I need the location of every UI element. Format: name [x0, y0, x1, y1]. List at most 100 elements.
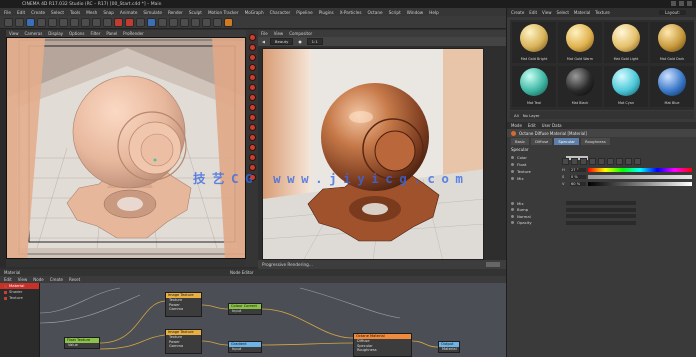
node-port[interactable]: Gamma: [166, 307, 201, 312]
attr-row[interactable]: Opacity: [511, 220, 695, 227]
keyframe-icon[interactable]: [511, 214, 514, 218]
node-port[interactable]: Roughness: [354, 348, 411, 353]
hue-row[interactable]: H 27 °: [562, 167, 692, 172]
menu-mesh[interactable]: Mesh: [86, 10, 97, 15]
octane-lock-icon[interactable]: [248, 84, 256, 91]
subdivision-icon[interactable]: [169, 17, 178, 27]
perspective-viewport[interactable]: [6, 37, 246, 259]
move-icon[interactable]: [37, 17, 46, 27]
menu-window[interactable]: Window: [407, 10, 424, 15]
filter-no-layer[interactable]: No Layer: [523, 113, 540, 118]
octane-region-icon[interactable]: [248, 94, 256, 101]
material-thumb[interactable]: Mat Gold Warm: [558, 22, 602, 63]
gradient-node[interactable]: Gradient Input: [228, 341, 262, 353]
menu-pipeline[interactable]: Pipeline: [296, 10, 312, 15]
saturation-slider[interactable]: [588, 174, 692, 179]
octane-render-preview[interactable]: [262, 48, 484, 260]
attr-field[interactable]: [566, 214, 636, 219]
menu-script[interactable]: Script: [389, 10, 401, 15]
spectrum-icon[interactable]: [571, 158, 578, 165]
menu-tools[interactable]: Tools: [70, 10, 80, 15]
octane-material-node[interactable]: Octane Material Diffuse Specular Roughne…: [353, 333, 412, 357]
mm-menu-material[interactable]: Material: [574, 10, 590, 15]
minimize-button[interactable]: [671, 1, 676, 6]
render-view-icon[interactable]: [114, 17, 123, 27]
value-slider[interactable]: [588, 181, 692, 186]
mm-menu-edit[interactable]: Edit: [529, 10, 537, 15]
ne-menu-reset[interactable]: Reset: [69, 277, 80, 282]
node-canvas[interactable]: Image Texture Texture Power Gamma Colour…: [40, 283, 506, 357]
array-icon[interactable]: [180, 17, 189, 27]
keyframe-icon[interactable]: [511, 208, 514, 212]
menu-simulate[interactable]: Simulate: [143, 10, 162, 15]
menu-select[interactable]: Select: [51, 10, 64, 15]
close-button[interactable]: [687, 1, 692, 6]
image-texture-node[interactable]: Image Texture Texture Power Gamma: [165, 329, 202, 354]
octane-restart-icon[interactable]: [248, 54, 256, 61]
viewport-menu-display[interactable]: Display: [48, 31, 63, 36]
attr-menu-mode[interactable]: Mode: [511, 123, 522, 128]
attr-menu-user-data[interactable]: User Data: [542, 123, 562, 128]
node-port[interactable]: Material: [439, 347, 459, 352]
cube-icon[interactable]: [147, 17, 156, 27]
color-picker[interactable]: H 27 ° S 0 % V 60 %: [562, 158, 692, 198]
rgb-mode-icon[interactable]: [589, 158, 596, 165]
keyframe-icon[interactable]: [511, 201, 514, 205]
material-thumb[interactable]: Mat Gold Light: [604, 22, 648, 63]
live-selection-icon[interactable]: [26, 17, 35, 27]
render-settings-icon[interactable]: [136, 17, 145, 27]
layout-select[interactable]: Layout:: [659, 10, 686, 15]
x-axis-icon[interactable]: [70, 17, 79, 27]
image-picker-icon[interactable]: [580, 158, 587, 165]
colour-correct-node[interactable]: Colour Correct Input: [228, 303, 262, 315]
tab-roughness[interactable]: Roughness: [580, 138, 610, 145]
node-port[interactable]: Value: [65, 343, 99, 348]
octane-zoom-select[interactable]: 1:1: [306, 38, 323, 45]
octane-sphere-icon[interactable]: ●: [298, 39, 301, 44]
octane-menu-file[interactable]: File: [261, 31, 268, 36]
ne-menu-edit[interactable]: Edit: [4, 277, 12, 282]
octane-channel-icon[interactable]: [248, 134, 256, 141]
keyframe-icon[interactable]: [511, 170, 514, 173]
float-texture-node[interactable]: Float Texture Value: [64, 337, 100, 349]
light-icon[interactable]: [224, 17, 233, 27]
menu-help[interactable]: Help: [429, 10, 439, 15]
menu-create[interactable]: Create: [31, 10, 45, 15]
menu-octane[interactable]: Octane: [368, 10, 383, 15]
floor-icon[interactable]: [202, 17, 211, 27]
octane-stop-icon[interactable]: [248, 44, 256, 51]
filter-all[interactable]: All: [514, 113, 519, 118]
tab-basic[interactable]: Basic: [511, 138, 530, 145]
mixer-icon[interactable]: [616, 158, 623, 165]
octane-save-icon[interactable]: [248, 144, 256, 151]
value-row[interactable]: V 60 %: [562, 181, 692, 186]
viewport-menu-filter[interactable]: Filter: [90, 31, 100, 36]
menu-character[interactable]: Character: [270, 10, 291, 15]
attr-field[interactable]: [566, 201, 636, 206]
material-thumb[interactable]: Mat Black: [558, 66, 602, 107]
material-thumb[interactable]: Mat Cyan: [604, 66, 648, 107]
menu-render[interactable]: Render: [168, 10, 183, 15]
color-wheel-icon[interactable]: [562, 158, 569, 165]
hue-slider[interactable]: [588, 167, 692, 172]
attr-field[interactable]: [566, 207, 636, 212]
ne-menu-view[interactable]: View: [18, 277, 28, 282]
value-value[interactable]: 60 %: [570, 181, 586, 186]
kelvin-mode-icon[interactable]: [607, 158, 614, 165]
material-thumb[interactable]: Mat Gold Dark: [650, 22, 694, 63]
octane-settings-icon[interactable]: [248, 74, 256, 81]
redo-icon[interactable]: [15, 17, 24, 27]
viewport-timeline[interactable]: [6, 259, 256, 267]
rotate-icon[interactable]: [59, 17, 68, 27]
menu-edit[interactable]: Edit: [17, 10, 25, 15]
z-axis-icon[interactable]: [92, 17, 101, 27]
deformer-icon[interactable]: [191, 17, 200, 27]
hue-value[interactable]: 27 °: [570, 167, 586, 172]
image-texture-node[interactable]: Image Texture Texture Power Gamma: [165, 292, 202, 317]
material-thumb[interactable]: Mat Teal: [512, 66, 556, 107]
octane-camera-icon[interactable]: [248, 154, 256, 161]
viewport-menu-view[interactable]: View: [9, 31, 19, 36]
attr-menu-edit[interactable]: Edit: [528, 123, 536, 128]
octane-send-icon[interactable]: ◀: [262, 39, 265, 44]
menu-snap[interactable]: Snap: [103, 10, 114, 15]
